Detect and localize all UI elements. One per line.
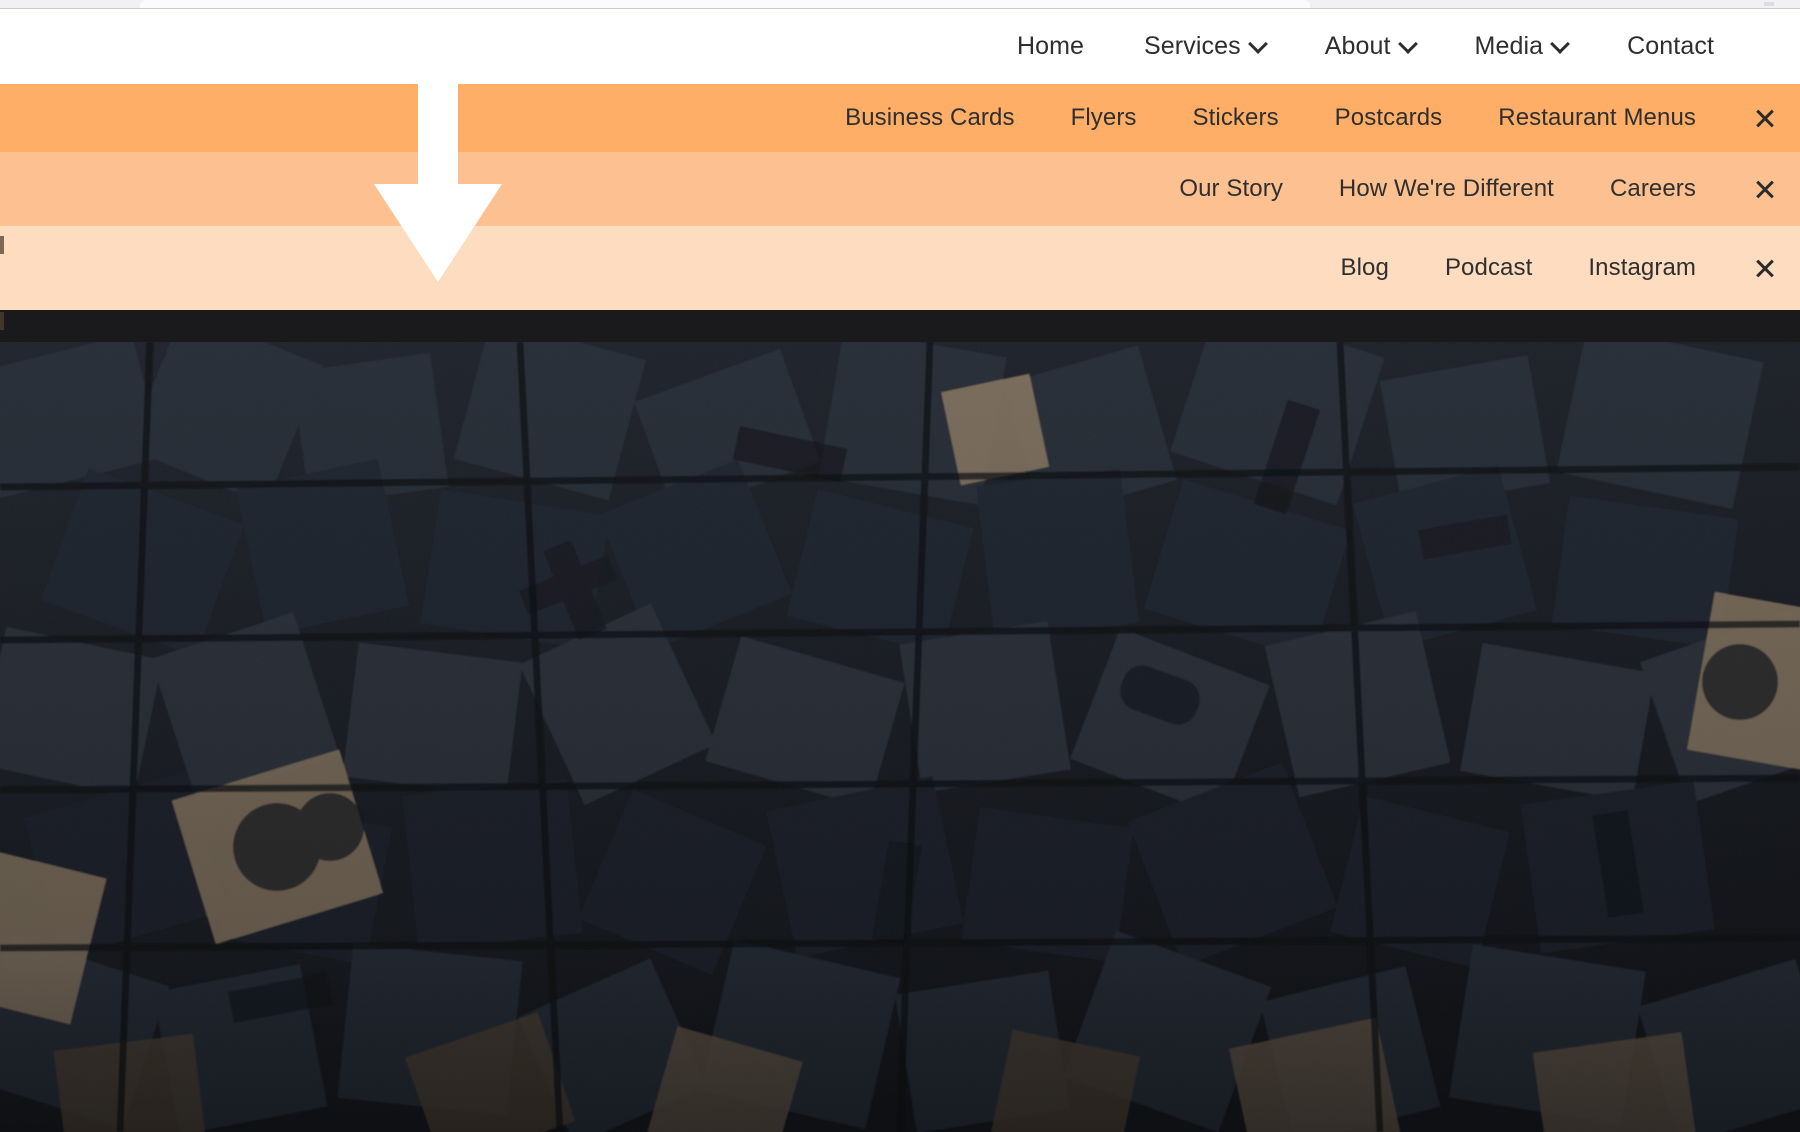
nav-item-media-label: Media <box>1474 32 1544 60</box>
submenu-about-close-button[interactable] <box>1724 178 1800 200</box>
submenu-services-items: Business Cards Flyers Stickers Postcards… <box>817 98 1724 138</box>
browser-tab[interactable] <box>140 0 1310 8</box>
close-icon <box>1754 107 1776 129</box>
submenu-media: Blog Podcast Instagram <box>0 226 1800 310</box>
submenu-about: Our Story How We're Different Careers <box>0 152 1800 226</box>
page-root: Home Services About Media Contact Busine… <box>0 0 1800 1132</box>
submenu-item-instagram[interactable]: Instagram <box>1560 248 1724 288</box>
submenu-item-restaurant-menus[interactable]: Restaurant Menus <box>1470 98 1724 138</box>
chevron-down-icon <box>1250 37 1265 52</box>
close-icon <box>1754 257 1776 279</box>
primary-navigation-items: Home Services About Media Contact <box>987 26 1744 67</box>
primary-navigation: Home Services About Media Contact <box>0 9 1800 84</box>
nav-item-contact-label: Contact <box>1627 32 1714 60</box>
submenu-services: Business Cards Flyers Stickers Postcards… <box>0 84 1800 152</box>
chevron-down-icon <box>1400 37 1415 52</box>
nav-item-home-label: Home <box>1016 32 1085 60</box>
browser-chrome <box>0 0 1800 9</box>
submenu-media-items: Blog Podcast Instagram <box>1313 248 1724 288</box>
submenu-item-our-story[interactable]: Our Story <box>1151 169 1311 209</box>
submenu-edge-marker <box>0 236 4 254</box>
hero-image <box>0 342 1800 1132</box>
nav-item-media[interactable]: Media <box>1445 26 1598 67</box>
nav-item-about[interactable]: About <box>1295 26 1445 67</box>
browser-chrome-right-control[interactable] <box>1764 2 1774 6</box>
submenu-edge-marker <box>0 312 4 330</box>
nav-item-contact[interactable]: Contact <box>1597 26 1744 67</box>
submenu-item-flyers[interactable]: Flyers <box>1043 98 1165 138</box>
submenu-item-stickers[interactable]: Stickers <box>1165 98 1307 138</box>
submenu-item-business-cards[interactable]: Business Cards <box>817 98 1042 138</box>
submenu-media-close-button[interactable] <box>1724 257 1800 279</box>
nav-item-services-label: Services <box>1144 32 1241 60</box>
nav-item-services[interactable]: Services <box>1114 26 1295 67</box>
submenu-item-postcards[interactable]: Postcards <box>1307 98 1471 138</box>
submenu-item-blog[interactable]: Blog <box>1313 248 1417 288</box>
submenu-item-podcast[interactable]: Podcast <box>1417 248 1560 288</box>
chevron-down-icon <box>1552 37 1567 52</box>
submenu-stack: Business Cards Flyers Stickers Postcards… <box>0 84 1800 330</box>
nav-item-home[interactable]: Home <box>987 26 1114 67</box>
submenu-item-careers[interactable]: Careers <box>1582 169 1724 209</box>
close-icon <box>1754 178 1776 200</box>
nav-item-about-label: About <box>1324 32 1391 60</box>
submenu-item-how-were-different[interactable]: How We're Different <box>1311 169 1582 209</box>
submenu-services-close-button[interactable] <box>1724 107 1800 129</box>
submenu-about-items: Our Story How We're Different Careers <box>1151 169 1724 209</box>
